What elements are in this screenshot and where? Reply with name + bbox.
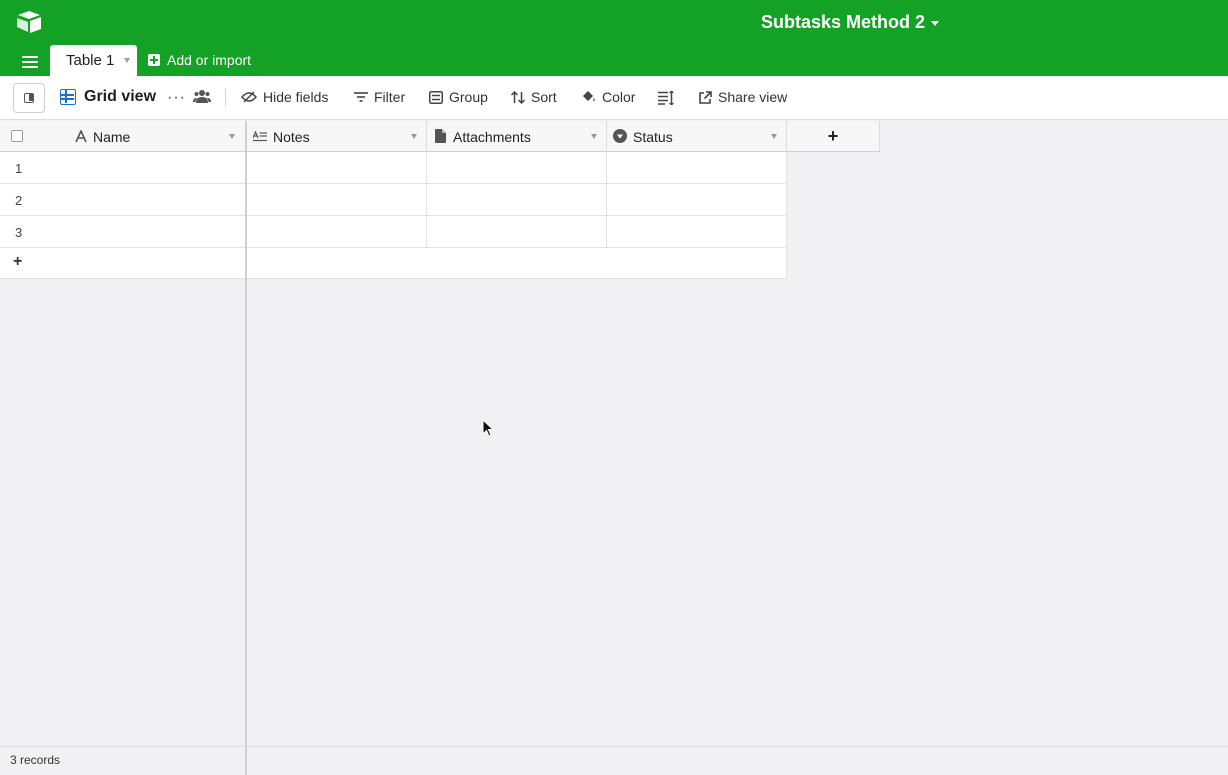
add-or-import-label: Add or import xyxy=(167,52,252,68)
chevron-down-icon xyxy=(931,21,940,26)
grid-cell[interactable] xyxy=(427,184,607,216)
chevron-down-icon[interactable] xyxy=(124,58,131,63)
menu-icon[interactable] xyxy=(22,56,38,68)
external-link-icon xyxy=(699,90,712,104)
filter-button[interactable]: Filter xyxy=(354,89,405,105)
base-title-text: Subtasks Method 2 xyxy=(760,12,926,32)
grid-cell[interactable] xyxy=(607,216,787,248)
row-number: 2 xyxy=(15,193,23,208)
filter-label: Filter xyxy=(374,89,406,105)
row-height-icon[interactable] xyxy=(658,91,674,105)
column-header-label: Notes xyxy=(273,129,310,145)
summary-bar: 3 records xyxy=(0,746,1228,775)
grid-view-icon xyxy=(60,89,76,105)
chevron-down-icon[interactable] xyxy=(591,134,597,139)
app: Subtasks Method 2 Table 1 Add or import … xyxy=(0,0,1228,775)
grid-header: Name Notes Attachments Status + xyxy=(0,121,880,152)
group-label: Group xyxy=(449,89,488,105)
base-title-wrap: Subtasks Method 2 xyxy=(0,12,1228,33)
row-number: 3 xyxy=(15,225,23,240)
tab-label: Table 1 xyxy=(66,52,115,69)
add-record-row[interactable] xyxy=(247,248,787,279)
add-record-button[interactable]: + xyxy=(0,248,245,279)
grid-cell[interactable] xyxy=(247,152,427,184)
column-header-label: Attachments xyxy=(453,129,531,145)
share-view-label: Share view xyxy=(718,89,788,105)
share-view-button[interactable]: Share view xyxy=(699,89,787,105)
long-text-icon xyxy=(253,131,267,142)
filter-icon xyxy=(354,92,368,102)
add-field-button[interactable]: + xyxy=(787,121,880,152)
grid-cell[interactable] xyxy=(247,184,427,216)
view-toolbar: Grid view ··· Hide fields Filter Group S… xyxy=(0,76,1228,120)
column-header-status[interactable]: Status xyxy=(607,121,787,152)
grid-cell[interactable] xyxy=(427,152,607,184)
table-row[interactable]: 2 xyxy=(0,184,245,216)
chevron-down-icon[interactable] xyxy=(771,134,777,139)
column-header-name[interactable]: Name xyxy=(0,121,247,152)
grid-cell[interactable] xyxy=(607,152,787,184)
grid-cell[interactable] xyxy=(427,216,607,248)
view-switcher[interactable]: Grid view xyxy=(60,88,156,106)
color-label: Color xyxy=(602,89,636,105)
sort-button[interactable]: Sort xyxy=(511,89,557,105)
chevron-down-icon[interactable] xyxy=(411,134,417,139)
mouse-cursor-icon xyxy=(482,419,494,437)
tab-table-1[interactable]: Table 1 xyxy=(50,45,137,76)
top-bar: Subtasks Method 2 Table 1 Add or import xyxy=(0,0,1228,76)
attachment-icon xyxy=(435,129,446,143)
select-all-checkbox[interactable] xyxy=(11,130,23,142)
sort-label: Sort xyxy=(531,89,557,105)
base-title[interactable]: Subtasks Method 2 xyxy=(760,12,940,33)
column-header-attachments[interactable]: Attachments xyxy=(427,121,607,152)
hide-fields-icon xyxy=(241,91,257,103)
table-row[interactable]: 3 xyxy=(0,216,245,248)
sidebar-toggle-button[interactable] xyxy=(13,83,45,113)
grid-cell[interactable] xyxy=(607,184,787,216)
pane-divider xyxy=(245,747,247,775)
view-name-label: Grid view xyxy=(84,88,157,105)
column-header-label: Name xyxy=(93,129,131,145)
color-button[interactable]: Color xyxy=(581,89,635,105)
group-icon xyxy=(429,90,443,104)
grid-cell[interactable] xyxy=(247,216,427,248)
toolbar-divider xyxy=(225,89,226,107)
hide-fields-button[interactable]: Hide fields xyxy=(241,89,328,105)
sort-icon xyxy=(511,90,525,104)
record-count: 3 records xyxy=(10,753,61,767)
hide-fields-label: Hide fields xyxy=(263,89,329,105)
row-number: 1 xyxy=(15,161,23,176)
column-header-label: Status xyxy=(633,129,673,145)
collaborators-icon[interactable] xyxy=(193,89,211,103)
column-header-notes[interactable]: Notes xyxy=(247,121,427,152)
sidebar-icon xyxy=(24,93,34,103)
plus-square-icon xyxy=(148,54,160,66)
group-button[interactable]: Group xyxy=(429,89,488,105)
table-row[interactable]: 1 xyxy=(0,152,245,184)
more-options-icon[interactable]: ··· xyxy=(167,89,186,107)
add-or-import-button[interactable]: Add or import xyxy=(148,52,251,68)
primary-column-pane: 1 2 3 + xyxy=(0,152,247,746)
text-icon xyxy=(75,130,87,143)
paint-bucket-icon xyxy=(583,91,595,102)
single-select-icon xyxy=(613,129,627,143)
chevron-down-icon[interactable] xyxy=(229,134,235,139)
